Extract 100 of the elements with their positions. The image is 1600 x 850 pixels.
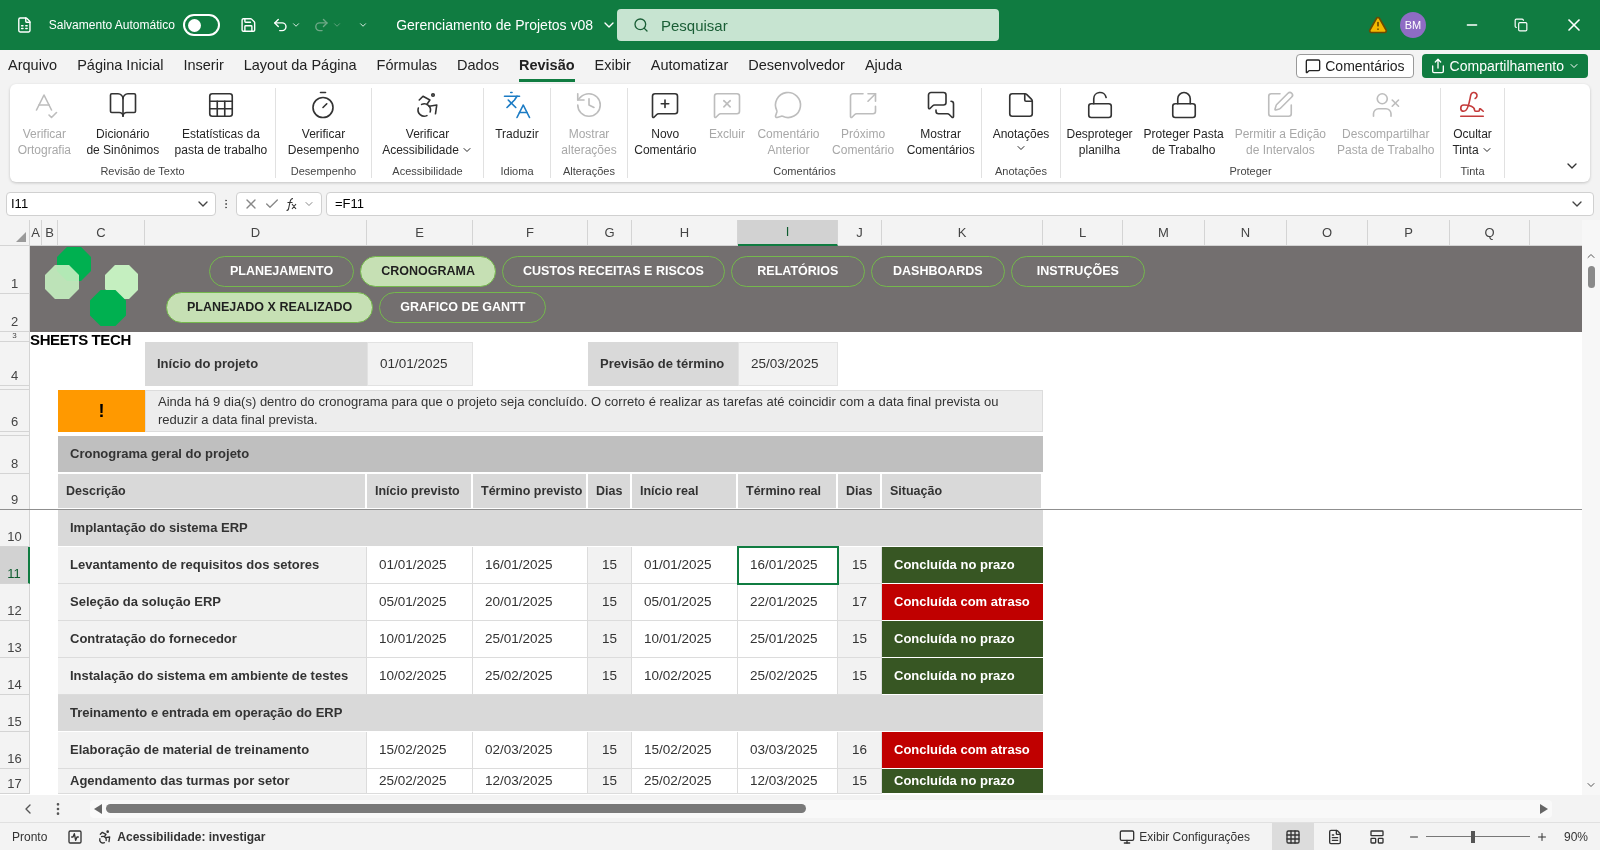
row-header[interactable]: 2 [0,294,30,332]
row-header[interactable]: 11 [0,547,30,584]
column-header[interactable]: D [145,220,367,246]
ribbon-button[interactable]: Estatísticas da pasta de trabalho [173,90,269,158]
row-header[interactable]: 15 [0,695,30,732]
ribbon-button[interactable]: Anotações [991,90,1051,154]
slider-thumb[interactable] [1470,830,1475,843]
table-cell: 16 [838,732,882,769]
column-header[interactable]: A [30,220,42,246]
menu-tab[interactable]: Desenvolvedor [748,50,845,82]
table-cell: 03/03/2025 [738,732,838,769]
zoom-level[interactable]: 90% [1563,827,1588,846]
column-header[interactable]: G [588,220,632,246]
status-text: Pronto [12,828,48,846]
ribbon-button[interactable]: Dicionário de Sinônimos [85,90,161,158]
table-cell: 15 [588,547,632,584]
autosave-toggle[interactable] [182,14,220,36]
table-cell: 10/01/2025 [632,621,738,658]
zoom-in-icon[interactable] [1535,830,1548,843]
column-header[interactable]: M [1123,220,1205,246]
comments-button[interactable]: Comentários [1296,54,1414,78]
save-icon[interactable] [239,15,257,35]
warning-icon[interactable] [1368,15,1388,35]
table-cell: 01/01/2025 [367,547,473,584]
alert-icon: ! [58,390,145,432]
ribbon-button[interactable]: Traduzir [494,90,540,142]
formula-field[interactable]: =F11 [326,192,1594,216]
menu-tab[interactable]: Página Inicial [77,50,164,82]
nav-button[interactable]: CRONOGRAMA [360,256,496,287]
column-header[interactable]: B [42,220,58,246]
status-cell: Concluída no prazo [882,769,1043,794]
search-field[interactable]: Pesquisar [617,9,999,41]
scrollbar-thumb[interactable] [1587,266,1595,288]
menu-tab[interactable]: Exibir [594,50,631,82]
scroll-left-icon[interactable] [94,803,102,814]
cell-mode-icon[interactable] [67,828,84,845]
menu-tab[interactable]: Dados [457,50,499,82]
display-settings-button[interactable]: Exibir Configurações [1119,827,1250,846]
menu-tab[interactable]: Layout da Página [243,50,357,82]
row-header[interactable]: 1 [0,246,30,294]
ribbon-button[interactable]: Proteger Pasta de Trabalho [1142,90,1225,158]
grid-icon [1284,828,1301,845]
column-header[interactable]: I [738,220,838,246]
column-header[interactable]: H [632,220,738,246]
column-header[interactable]: J [838,220,882,246]
column-header[interactable]: L [1043,220,1123,246]
ribbon-button[interactable]: Mostrar Comentários [905,90,976,158]
accessibility-status[interactable]: Acessibilidade: investigar [97,827,266,846]
column-header[interactable]: N [1205,220,1287,246]
row-header[interactable]: 16 [0,732,30,769]
share-button[interactable]: Compartilhamento [1421,54,1588,78]
name-box[interactable]: I11 [6,192,216,216]
translate-icon [502,90,532,120]
restore-icon[interactable] [1514,18,1528,32]
row-header[interactable]: 13 [0,621,30,658]
menu-tab[interactable]: Inserir [183,50,224,82]
zoom-slider[interactable] [1425,829,1530,844]
ribbon-button[interactable]: Desproteger planilha [1065,90,1134,158]
row-header[interactable]: 9 [0,474,30,510]
column-header[interactable]: Q [1450,220,1530,246]
table-cell: 01/01/2025 [632,547,738,584]
row-header[interactable]: 14 [0,658,30,695]
row-header[interactable]: 17 [0,769,30,794]
status-cell: Concluída no prazo [882,547,1043,584]
select-all-icon[interactable] [16,232,26,242]
column-header[interactable]: F [473,220,588,246]
menu-tab[interactable]: Automatizar [650,50,729,82]
autosave-label: Salvamento Automático [48,17,175,34]
menu-tab[interactable]: Ajuda [864,50,903,82]
row-header[interactable]: 3 [0,332,30,342]
scroll-right-icon[interactable] [1540,803,1548,814]
ribbon-button[interactable]: Verificar Acessibilidade [381,90,474,158]
user-avatar[interactable]: BM [1400,12,1426,38]
ribbon-button[interactable]: Novo Comentário [633,90,698,158]
column-header[interactable]: E [367,220,473,246]
table-cell: 15 [588,621,632,658]
nav-button[interactable]: PLANEJADO X REALIZADO [166,292,374,323]
pen-icon [1265,90,1296,120]
comments-icon [925,90,956,120]
menu-tab[interactable]: Arquivo [8,50,58,82]
column-header[interactable]: C [58,220,145,246]
row-header[interactable]: 12 [0,584,30,621]
table-cell: 15 [838,547,882,584]
row-header[interactable]: 4 [0,342,30,386]
row-header[interactable]: 8 [0,436,30,474]
document-title[interactable]: Gerenciamento de Projetos v08 [396,14,618,36]
ribbon-button[interactable]: Ocultar Tinta [1451,90,1494,158]
column-header[interactable]: O [1287,220,1368,246]
scrollbar-thumb[interactable] [106,804,806,813]
column-header[interactable]: K [882,220,1043,246]
table-cell: 05/01/2025 [632,584,738,621]
row-header[interactable]: 10 [0,510,30,547]
ribbon-button[interactable]: Verificar Desempenho [286,90,361,158]
menu-tab[interactable]: Fórmulas [376,50,438,82]
column-header[interactable]: P [1368,220,1450,246]
row-header[interactable]: 6 [0,390,30,432]
spreadsheet-app-icon[interactable] [16,15,33,35]
table-cell: 02/03/2025 [473,732,588,769]
view-button[interactable] [1271,822,1314,850]
function-icon[interactable] [284,197,299,211]
